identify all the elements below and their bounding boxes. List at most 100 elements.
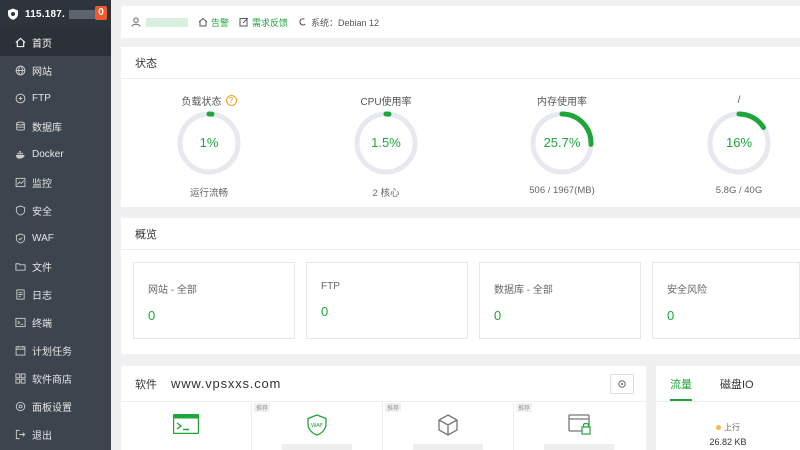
docker-icon [14, 148, 26, 160]
tab-traffic[interactable]: 流量 [670, 376, 692, 401]
gauge-disk[interactable]: / 16% 5.8G / 40G [679, 93, 799, 196]
sidebar-item-terminal[interactable]: 终端 [0, 308, 111, 336]
gauge-memory[interactable]: 内存使用率 25.7% 506 / 1967(MB) [502, 93, 622, 197]
card-label: 安全风险 [667, 285, 707, 296]
settings-icon [14, 400, 26, 412]
card-label: 数据库 - 全部 [494, 285, 553, 296]
system-label: 系统：Debian 12 [311, 17, 380, 28]
svg-text:WAF: WAF [311, 423, 323, 429]
recommend-tag: 推荐 [385, 403, 402, 412]
sidebar-item-label: 终端 [32, 318, 52, 330]
topbar: 告警 需求反馈 系统：Debian 12 [121, 6, 800, 38]
feedback-label: 需求反馈 [252, 17, 289, 28]
shield-logo-icon [6, 8, 19, 21]
software-settings-button[interactable] [610, 374, 634, 394]
software-header: 软件 www.vpsxxs.com [121, 366, 646, 402]
waf-app-icon: WAF [307, 414, 327, 439]
upload-dot-icon [716, 425, 721, 430]
card-value[interactable]: 0 [148, 308, 280, 323]
software-item-terminal[interactable] [121, 402, 252, 450]
sidebar-item-settings[interactable]: 面板设置 [0, 392, 111, 420]
gauge-cpu[interactable]: CPU使用率 1.5% 2 核心 [326, 93, 446, 199]
sidebar-item-home[interactable]: 首页 [0, 28, 111, 56]
sidebar: 115.187. 0 首页 网站 FTP 数据库 Docker 监控 安全 WA… [0, 0, 111, 450]
alert-link[interactable]: 告警 [198, 16, 229, 29]
gauge-value: 25.7% [543, 135, 581, 150]
gauge-sub: 2 核心 [372, 188, 400, 199]
software-title: 软件 [135, 378, 157, 391]
sidebar-item-label: Docker [32, 148, 64, 160]
sidebar-item-files[interactable]: 文件 [0, 252, 111, 280]
overview-card-security[interactable]: 安全风险 0 [652, 262, 800, 339]
card-value[interactable]: 0 [494, 308, 626, 323]
sidebar-item-cron[interactable]: 计划任务 [0, 336, 111, 364]
server-ip: 115.187. [25, 8, 65, 20]
monitor-icon [14, 176, 26, 188]
gauge-ring: 16% [705, 109, 773, 177]
gauge-ring: 1% [175, 109, 243, 177]
gauge-label: 负载状态 [181, 96, 222, 108]
sidebar-item-label: 软件商店 [32, 374, 72, 386]
upload-label: 上行 [724, 423, 740, 432]
sidebar-item-ftp[interactable]: FTP [0, 84, 111, 112]
clock-icon [14, 344, 26, 356]
sidebar-item-database[interactable]: 数据库 [0, 112, 111, 140]
overview-card-databases[interactable]: 数据库 - 全部 0 [479, 262, 641, 339]
gauge-label: 内存使用率 [537, 96, 587, 108]
alert-label: 告警 [211, 17, 230, 28]
software-item-box[interactable]: 推荐 [383, 402, 514, 450]
overview-title: 概览 [121, 218, 800, 250]
globe-icon [14, 64, 26, 76]
sidebar-item-logout[interactable]: 退出 [0, 420, 111, 448]
terminal-icon [14, 316, 26, 328]
traffic-tabs: 流量 磁盘IO [656, 366, 800, 402]
box-icon [437, 414, 459, 439]
overview-card-websites[interactable]: 网站 - 全部 0 [133, 262, 295, 339]
user-info[interactable] [131, 17, 188, 27]
gauge-value: 1.5% [371, 135, 401, 150]
database-icon [14, 120, 26, 132]
blurred-label [413, 444, 483, 450]
overview-cards: 网站 - 全部 0 FTP 0 数据库 - 全部 0 安全风险 0 [121, 250, 800, 360]
sidebar-item-label: 文件 [32, 262, 52, 274]
blurred-label [544, 444, 614, 450]
log-icon [14, 288, 26, 300]
notification-badge[interactable]: 0 [95, 6, 107, 20]
card-value[interactable]: 0 [321, 304, 453, 319]
sidebar-item-waf[interactable]: WAF [0, 224, 111, 252]
software-grid: 推荐 WAF 推荐 推荐 [121, 402, 646, 450]
tab-disk-io[interactable]: 磁盘IO [720, 376, 754, 401]
software-item-waf[interactable]: 推荐 WAF [252, 402, 383, 450]
feedback-link[interactable]: 需求反馈 [239, 16, 288, 29]
sidebar-item-website[interactable]: 网站 [0, 56, 111, 84]
help-icon[interactable]: ? [225, 94, 237, 106]
upload-value: 26.82 KB [709, 437, 747, 447]
gauge-sub: 506 / 1967(MB) [529, 185, 595, 196]
sidebar-item-logs[interactable]: 日志 [0, 280, 111, 308]
card-value[interactable]: 0 [667, 308, 785, 323]
lock-window-icon [567, 414, 592, 439]
gauge-load[interactable]: 负载状态? 1% 运行流畅 [149, 93, 269, 199]
gauge-value: 1% [199, 135, 219, 150]
home-icon [14, 36, 26, 48]
sidebar-item-store[interactable]: 软件商店 [0, 364, 111, 392]
recommend-tag: 推荐 [254, 403, 271, 412]
gauge-sub: 运行流畅 [189, 188, 228, 199]
system-info: 系统：Debian 12 [298, 16, 379, 29]
traffic-body: 上行 26.82 KB [656, 402, 800, 447]
sidebar-item-monitor[interactable]: 监控 [0, 168, 111, 196]
overview-card-ftp[interactable]: FTP 0 [306, 262, 468, 339]
sidebar-item-label: 日志 [32, 290, 52, 302]
recommend-tag: 推荐 [516, 403, 533, 412]
home-alert-icon [198, 17, 208, 27]
ftp-icon [14, 92, 26, 104]
software-item-security[interactable]: 推荐 [514, 402, 645, 450]
logout-icon [14, 428, 26, 440]
sidebar-item-label: 数据库 [32, 122, 62, 134]
sidebar-item-docker[interactable]: Docker [0, 140, 111, 168]
sidebar-item-security[interactable]: 安全 [0, 196, 111, 224]
debian-icon [299, 18, 306, 26]
sidebar-item-label: 安全 [32, 206, 52, 218]
software-panel: 软件 www.vpsxxs.com 推荐 WAF 推荐 推荐 [121, 366, 646, 450]
gauge-label: CPU使用率 [360, 96, 412, 108]
